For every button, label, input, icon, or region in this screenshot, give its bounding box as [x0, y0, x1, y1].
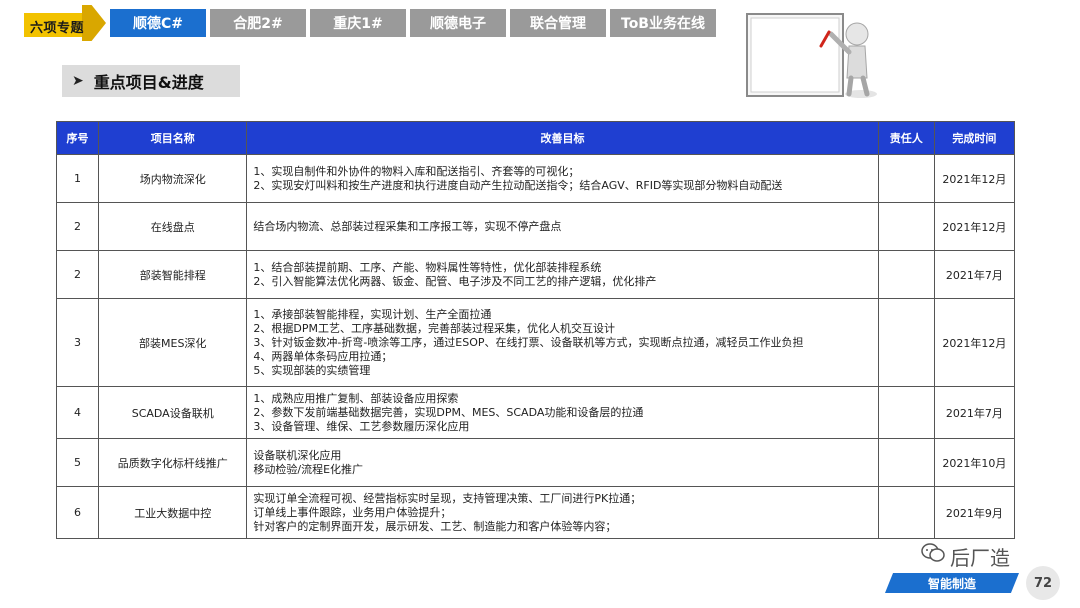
cell-project-name: 场内物流深化: [98, 154, 248, 203]
goal-line: 订单线上事件跟踪，业务用户体验提升；: [253, 505, 452, 519]
goal-line: 1、承接部装智能排程，实现计划、生产全面拉通: [253, 307, 492, 321]
page-number: 72: [1026, 566, 1060, 600]
cell-no: 2: [55, 202, 100, 251]
tab-tob-online[interactable]: ToB业务在线: [610, 9, 716, 37]
goal-line: 3、设备管理、维保、工艺参数履历深化应用: [253, 419, 470, 433]
cell-project-name: 品质数字化标杆线推广: [98, 438, 248, 487]
footer-label: 智能制造: [927, 576, 976, 591]
whiteboard-illustration: [746, 13, 877, 98]
cell-project-name: SCADA设备联机: [98, 386, 248, 439]
cell-date: 2021年9月: [933, 486, 1016, 539]
topic-tabs: 顺德C# 合肥2# 重庆1# 顺德电子 联合管理 ToB业务在线: [110, 9, 720, 37]
cell-date: 2021年7月: [933, 386, 1016, 439]
goal-line: 4、两器单体条码应用拉通；: [253, 349, 393, 363]
cell-owner: [877, 250, 935, 299]
table-row: 1 场内物流深化 1、实现自制件和外协件的物料入库和配送指引、齐套等的可视化； …: [55, 154, 1016, 203]
cell-goal: 设备联机深化应用 移动检验/流程E化推广: [246, 438, 879, 487]
brand-name: 后厂造: [950, 546, 1010, 570]
goal-line: 实现订单全流程可视、经营指标实时呈现，支持管理决策、工厂间进行PK拉通；: [253, 491, 642, 505]
project-table: 序号 项目名称 改善目标 责任人 完成时间 1 场内物流深化 1、实现自制件和外…: [55, 121, 1016, 539]
goal-line: 移动检验/流程E化推广: [253, 462, 364, 476]
header-no: 序号: [55, 121, 100, 155]
cell-owner: [877, 386, 935, 439]
section-title: 重点项目&进度: [93, 73, 204, 92]
goal-line: 1、实现自制件和外协件的物料入库和配送指引、齐套等的可视化；: [253, 164, 580, 178]
goal-line: 2、实现安灯叫料和按生产进度和执行进度自动产生拉动配送指令；结合AGV、RFID…: [253, 178, 783, 192]
table-header-row: 序号 项目名称 改善目标 责任人 完成时间: [55, 121, 1016, 155]
goal-line: 1、成熟应用推广复制、部装设备应用探索: [253, 391, 459, 405]
cell-project-name: 工业大数据中控: [98, 486, 248, 539]
cell-date: 2021年12月: [933, 298, 1016, 387]
cell-no: 4: [55, 386, 100, 439]
chevron-right-icon: ➤: [72, 73, 84, 89]
cell-owner: [877, 202, 935, 251]
cell-no: 1: [55, 154, 100, 203]
goal-line: 2、参数下发前端基础数据完善，实现DPM、MES、SCADA功能和设备层的拉通: [253, 405, 644, 419]
cell-owner: [877, 298, 935, 387]
cell-goal: 1、结合部装提前期、工序、产能、物料属性等特性，优化部装排程系统 2、引入智能算…: [246, 250, 879, 299]
header-date: 完成时间: [933, 121, 1016, 155]
cell-project-name: 部装MES深化: [98, 298, 248, 387]
table-row: 4 SCADA设备联机 1、成熟应用推广复制、部装设备应用探索 2、参数下发前端…: [55, 386, 1016, 439]
table-row: 5 品质数字化标杆线推广 设备联机深化应用 移动检验/流程E化推广 2021年1…: [55, 438, 1016, 487]
table-row: 2 在线盘点 结合场内物流、总部装过程采集和工序报工等，实现不停产盘点 2021…: [55, 202, 1016, 251]
goal-line: 结合场内物流、总部装过程采集和工序报工等，实现不停产盘点: [253, 219, 562, 233]
tab-shunde-electronics[interactable]: 顺德电子: [410, 9, 506, 37]
cell-owner: [877, 438, 935, 487]
goal-line: 1、结合部装提前期、工序、产能、物料属性等特性，优化部装排程系统: [253, 260, 602, 274]
goal-line: 2、引入智能算法优化两器、钣金、配管、电子涉及不同工艺的排产逻辑，优化排产: [253, 274, 657, 288]
cell-project-name: 在线盘点: [98, 202, 248, 251]
cell-goal: 结合场内物流、总部装过程采集和工序报工等，实现不停产盘点: [246, 202, 879, 251]
cell-project-name: 部装智能排程: [98, 250, 248, 299]
cell-date: 2021年7月: [933, 250, 1016, 299]
header-goal: 改善目标: [246, 121, 879, 155]
tab-hefei-2[interactable]: 合肥2#: [210, 9, 306, 37]
cell-goal: 1、承接部装智能排程，实现计划、生产全面拉通 2、根据DPM工艺、工序基础数据，…: [246, 298, 879, 387]
goal-line: 3、针对钣金数冲-折弯-喷涂等工序，通过ESOP、在线打票、设备联机等方式，实现…: [253, 335, 804, 349]
cell-date: 2021年12月: [933, 154, 1016, 203]
cell-goal: 1、实现自制件和外协件的物料入库和配送指引、齐套等的可视化； 2、实现安灯叫料和…: [246, 154, 879, 203]
cell-no: 5: [55, 438, 100, 487]
section-heading: ➤ 重点项目&进度: [62, 65, 240, 97]
cell-owner: [877, 154, 935, 203]
table-row: 6 工业大数据中控 实现订单全流程可视、经营指标实时呈现，支持管理决策、工厂间进…: [55, 486, 1016, 539]
header-project-name: 项目名称: [98, 121, 248, 155]
tab-chongqing-1[interactable]: 重庆1#: [310, 9, 406, 37]
cell-goal: 实现订单全流程可视、经营指标实时呈现，支持管理决策、工厂间进行PK拉通； 订单线…: [246, 486, 879, 539]
goal-line: 2、根据DPM工艺、工序基础数据，完善部装过程采集，优化人机交互设计: [253, 321, 615, 335]
cell-date: 2021年12月: [933, 202, 1016, 251]
goal-line: 设备联机深化应用: [253, 448, 342, 462]
cell-owner: [877, 486, 935, 539]
cell-no: 2: [55, 250, 100, 299]
tab-joint-management[interactable]: 联合管理: [510, 9, 606, 37]
tab-shunde-c[interactable]: 顺德C#: [110, 9, 206, 37]
cell-no: 6: [55, 486, 100, 539]
goal-line: 5、实现部装的实绩管理: [253, 363, 371, 377]
wechat-icon: [921, 543, 945, 562]
topic-badge-label: 六项专题: [30, 21, 85, 36]
topic-badge: 六项专题: [24, 5, 106, 41]
table-row: 3 部装MES深化 1、承接部装智能排程，实现计划、生产全面拉通 2、根据DPM…: [55, 298, 1016, 387]
top-nav: 六项专题 顺德C# 合肥2# 重庆1# 顺德电子 联合管理 ToB业务在线: [24, 5, 720, 41]
cell-date: 2021年10月: [933, 438, 1016, 487]
header-owner: 责任人: [877, 121, 935, 155]
goal-line: 针对客户的定制界面开发，展示研发、工艺、制造能力和客户体验等内容；: [253, 519, 617, 533]
cell-goal: 1、成熟应用推广复制、部装设备应用探索 2、参数下发前端基础数据完善，实现DPM…: [246, 386, 879, 439]
table-row: 2 部装智能排程 1、结合部装提前期、工序、产能、物料属性等特性，优化部装排程系…: [55, 250, 1016, 299]
cell-no: 3: [55, 298, 100, 387]
